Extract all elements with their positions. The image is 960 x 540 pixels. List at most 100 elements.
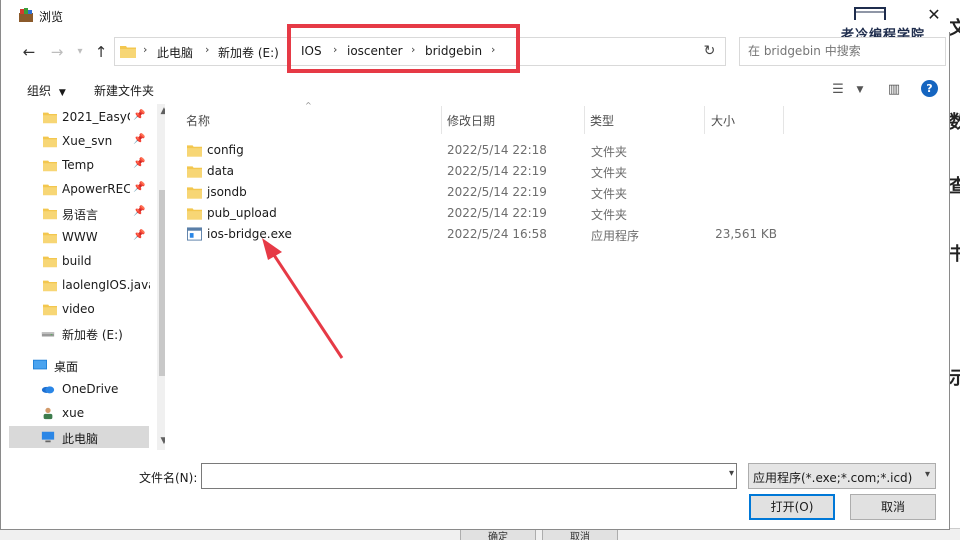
file-name: data <box>207 164 235 178</box>
forward-icon[interactable]: → <box>47 42 67 62</box>
pin-icon: 📌 <box>133 110 146 121</box>
nav-item-laolengios-java[interactable]: laolengIOS.java <box>9 274 150 296</box>
breadcrumb-this-pc[interactable]: 此电脑 <box>157 44 193 61</box>
breadcrumb-drive-e[interactable]: 新加卷 (E:) <box>218 44 279 61</box>
nav-scrollbar[interactable]: ▲ ▼ <box>157 104 165 450</box>
drive-icon <box>41 332 55 337</box>
organize-label: 组织 <box>27 84 52 98</box>
column-header-name[interactable]: 名称 <box>186 112 210 129</box>
nav-item-www[interactable]: WWW 📌 <box>9 226 149 248</box>
pin-icon: 📌 <box>133 182 146 193</box>
filter-value: 应用程序(*.exe;*.com;*.icd) <box>753 471 913 485</box>
file-date: 2022/5/14 22:19 <box>447 185 547 199</box>
pin-icon: 📌 <box>133 230 146 241</box>
column-divider[interactable] <box>441 106 442 134</box>
file-date: 2022/5/14 22:18 <box>447 143 547 157</box>
computer-icon <box>41 431 55 443</box>
folder-icon <box>43 112 57 124</box>
breadcrumb-ios[interactable]: IOS <box>301 44 322 58</box>
file-row-config[interactable]: config 2022/5/14 22:18 文件夹 <box>181 140 781 160</box>
search-box[interactable] <box>739 37 946 66</box>
toolbar: 组织 ▼ 新建文件夹 ☰ ▼ ▥ <box>1 78 950 102</box>
nav-item-this-pc[interactable]: 此电脑 <box>9 426 149 448</box>
filename-combobox[interactable]: ▾ <box>201 463 737 489</box>
chevron-down-icon[interactable]: ▼ <box>157 434 165 448</box>
new-folder-button[interactable]: 新建文件夹 <box>94 82 154 99</box>
chevron-right-icon: › <box>205 43 210 56</box>
column-header-date[interactable]: 修改日期 <box>447 112 495 129</box>
file-type: 文件夹 <box>591 145 628 159</box>
column-divider[interactable] <box>783 106 784 134</box>
nav-item-2021-easyclick[interactable]: 2021_EasyClick 📌 <box>9 106 149 128</box>
scrollbar-thumb[interactable] <box>159 190 165 376</box>
help-icon[interactable]: ? <box>921 80 938 97</box>
file-browse-dialog: 浏览 ✕ 老冷编程学院 LAOLENG PROGRAMMING COLLEGE … <box>0 0 950 530</box>
nav-item-label: 此电脑 <box>62 432 99 446</box>
background-ok-button[interactable]: 确定 <box>460 529 536 540</box>
breadcrumb-bridgebin[interactable]: bridgebin <box>425 44 482 58</box>
back-icon[interactable]: ← <box>19 42 39 62</box>
executable-icon <box>187 227 202 241</box>
folder-icon <box>187 166 202 178</box>
folder-icon <box>43 136 57 148</box>
sort-arrow-icon: ^ <box>305 101 312 110</box>
filename-label: 文件名(N): <box>139 471 198 485</box>
recent-dropdown-icon[interactable]: ▾ <box>70 42 90 62</box>
pin-icon: 📌 <box>133 206 146 217</box>
navigation-pane: 2021_EasyClick 📌 Xue_svn 📌 Temp 📌 Apower… <box>9 104 165 450</box>
nav-item-apowerrec[interactable]: ApowerREC 📌 <box>9 178 149 200</box>
view-options-icon[interactable]: ☰ <box>829 81 847 99</box>
nav-item-label: OneDrive <box>62 382 119 396</box>
chevron-right-icon: › <box>411 43 416 56</box>
chevron-up-icon[interactable]: ▲ <box>157 104 165 118</box>
column-header-type[interactable]: 类型 <box>590 112 614 129</box>
file-name: jsondb <box>207 185 247 199</box>
user-icon <box>43 407 53 420</box>
background-cancel-button[interactable]: 取消 <box>542 529 618 540</box>
up-icon[interactable]: ↑ <box>91 42 111 62</box>
chevron-down-icon: ▼ <box>58 88 66 98</box>
nav-item-label: video <box>62 302 95 316</box>
nav-item-desktop[interactable]: 桌面 <box>9 354 149 376</box>
chevron-down-icon[interactable]: ▾ <box>729 468 734 479</box>
chevron-right-icon: › <box>491 43 496 56</box>
title-bar[interactable]: 浏览 ✕ <box>1 0 950 32</box>
open-button[interactable]: 打开(O) <box>749 494 835 520</box>
desktop-icon <box>33 359 47 370</box>
nav-item-build[interactable]: build <box>9 250 149 272</box>
chevron-down-icon[interactable]: ▼ <box>851 81 869 99</box>
file-type-filter[interactable]: 应用程序(*.exe;*.com;*.icd) ▾ <box>748 463 936 489</box>
address-bar[interactable]: › 此电脑 › 新加卷 (E:) › IOS › ioscenter › bri… <box>114 37 726 66</box>
file-row-data[interactable]: data 2022/5/14 22:19 文件夹 <box>181 161 781 181</box>
nav-item-video[interactable]: video <box>9 298 149 320</box>
nav-item-onedrive[interactable]: OneDrive <box>9 378 149 400</box>
file-date: 2022/5/24 16:58 <box>447 227 547 241</box>
file-row-ios-bridge-exe[interactable]: ios-bridge.exe 2022/5/24 16:58 应用程序 23,5… <box>181 224 781 244</box>
nav-item-drive-e[interactable]: 新加卷 (E:) <box>9 322 149 344</box>
nav-item-xue-svn[interactable]: Xue_svn 📌 <box>9 130 149 152</box>
preview-pane-icon[interactable]: ▥ <box>885 81 903 99</box>
column-divider[interactable] <box>584 106 585 134</box>
file-name: pub_upload <box>207 206 277 220</box>
breadcrumb-ioscenter[interactable]: ioscenter <box>347 44 403 58</box>
column-header-size[interactable]: 大小 <box>711 112 735 129</box>
chevron-right-icon: › <box>143 43 148 56</box>
folder-icon <box>43 208 57 220</box>
nav-item-temp[interactable]: Temp 📌 <box>9 154 149 176</box>
nav-item-yiyuyan[interactable]: 易语言 📌 <box>9 202 149 224</box>
nav-item-user-xue[interactable]: xue <box>9 402 149 424</box>
filename-input[interactable] <box>202 464 712 488</box>
folder-icon <box>43 256 57 268</box>
file-row-jsondb[interactable]: jsondb 2022/5/14 22:19 文件夹 <box>181 182 781 202</box>
column-divider[interactable] <box>704 106 705 134</box>
background-char: 数 <box>949 112 960 133</box>
file-type: 文件夹 <box>591 166 628 180</box>
refresh-icon[interactable]: ↻ <box>694 37 726 66</box>
nav-item-label: 桌面 <box>54 360 79 374</box>
cancel-button[interactable]: 取消 <box>850 494 936 520</box>
search-input[interactable] <box>740 38 940 64</box>
chevron-right-icon: › <box>287 43 292 56</box>
organize-button[interactable]: 组织 ▼ <box>27 82 66 99</box>
file-row-pub-upload[interactable]: pub_upload 2022/5/14 22:19 文件夹 <box>181 203 781 223</box>
folder-icon <box>187 208 202 220</box>
